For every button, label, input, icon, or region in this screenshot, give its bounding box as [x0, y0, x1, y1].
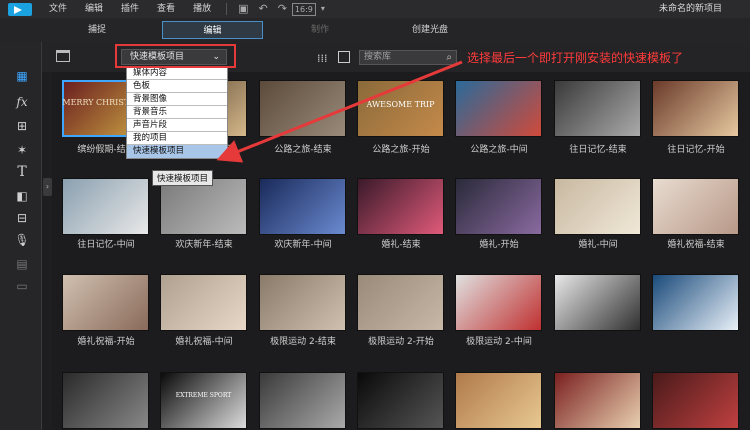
thumbnail-view-icon[interactable]: ⁞⁞⁞ [317, 52, 328, 65]
template-thumbnail[interactable] [652, 372, 739, 429]
media-room-icon[interactable]: ▦ [14, 68, 30, 84]
template-thumbnail[interactable] [455, 274, 542, 331]
template-thumbnail[interactable] [259, 372, 346, 429]
template-caption: 公路之旅-中间 [470, 145, 528, 155]
menu-play[interactable]: 播放 [184, 0, 220, 18]
template-thumbnail[interactable] [259, 274, 346, 331]
template-thumbnail[interactable] [455, 372, 542, 429]
dropdown-option[interactable]: 背景图像 [127, 93, 227, 106]
aspect-ratio-selector[interactable]: 16:9 [291, 2, 316, 16]
template-thumbnail[interactable] [554, 372, 641, 429]
project-title: 未命名的新项目 [658, 4, 722, 14]
title-room-icon[interactable]: T [14, 164, 30, 180]
menu-view[interactable]: 查看 [148, 0, 184, 18]
dropdown-option[interactable]: 色板 [127, 80, 227, 93]
template-caption: 婚礼-结束 [381, 240, 421, 250]
tab-capture[interactable]: 捕捉 [62, 21, 132, 39]
template-caption: 婚礼祝福-开始 [77, 337, 135, 347]
mode-tabs: 捕捉 编辑 制作 创建光盘 [0, 18, 750, 42]
template-thumbnail[interactable] [357, 178, 444, 235]
tooltip: 快速模板项目 [152, 170, 214, 186]
menu-plugins[interactable]: 插件 [112, 0, 148, 18]
fit-view-icon[interactable] [338, 51, 350, 63]
template-caption: 极限运动 2-结束 [270, 337, 336, 347]
template-thumbnail[interactable] [652, 80, 739, 137]
template-thumbnail[interactable] [455, 178, 542, 235]
template-caption: 往日记忆-开始 [667, 145, 725, 155]
dropdown-option[interactable]: 快速模板项目 [127, 145, 227, 158]
particle-room-icon[interactable]: ✶ [14, 142, 30, 158]
template-thumbnail[interactable] [62, 372, 149, 429]
audio-mixing-room-icon[interactable]: ⊟ [14, 210, 30, 226]
undo-icon[interactable]: ↶ [253, 0, 272, 18]
voice-over-room-icon[interactable]: 🎙 [14, 232, 30, 248]
template-caption: 婚礼-开始 [479, 240, 519, 250]
library-category-menu: 媒体内容 色板 背景图像 背景音乐 声音片段 我的项目 快速模板项目 [126, 66, 228, 159]
thumbnail-title-text: EXTREME SPORT [175, 392, 232, 399]
template-thumbnail[interactable] [554, 80, 641, 137]
template-thumbnail[interactable] [259, 178, 346, 235]
template-caption: 欢庆新年-中间 [274, 240, 332, 250]
template-caption: 极限运动 2-中间 [466, 337, 532, 347]
expand-panel-button[interactable]: › [43, 178, 52, 196]
template-thumbnail[interactable] [62, 274, 149, 331]
dropdown-option[interactable]: 声音片段 [127, 119, 227, 132]
template-thumbnail[interactable] [160, 372, 247, 429]
app-logo [0, 0, 40, 18]
template-thumbnail[interactable] [554, 274, 641, 331]
template-thumbnail[interactable] [652, 274, 739, 331]
tab-produce: 制作 [310, 25, 329, 35]
search-placeholder: 搜索库 [364, 52, 392, 62]
thumbnail-title-text: AWESOME TRIP [366, 100, 435, 109]
template-thumbnail[interactable] [62, 178, 149, 235]
template-caption: 公路之旅-开始 [372, 145, 430, 155]
subtitle-room-icon[interactable]: ▭ [14, 278, 30, 294]
dropdown-option[interactable]: 背景音乐 [127, 106, 227, 119]
search-input[interactable]: 搜索库 ⌕ [359, 50, 457, 65]
template-caption: 往日记忆-中间 [77, 240, 135, 250]
template-caption: 极限运动 2-开始 [368, 337, 434, 347]
save-icon[interactable]: ▣ [233, 0, 253, 18]
highlight-annotation-box [115, 44, 236, 68]
chapter-room-icon[interactable]: ▤ [14, 256, 30, 272]
redo-icon[interactable]: ↷ [273, 0, 292, 18]
template-thumbnail[interactable] [357, 372, 444, 429]
template-thumbnail[interactable] [652, 178, 739, 235]
template-caption: 往日记忆-结束 [569, 145, 627, 155]
tab-create-disc[interactable]: 创建光盘 [390, 21, 470, 39]
fx-room-icon[interactable]: fx [14, 94, 30, 110]
template-caption: 公路之旅-结束 [274, 145, 332, 155]
pip-room-icon[interactable]: ⊞ [14, 118, 30, 134]
annotation-text: 选择最后一个即打开刚安装的快速模板了 [467, 51, 684, 65]
template-thumbnail[interactable] [455, 80, 542, 137]
template-thumbnail[interactable] [259, 80, 346, 137]
template-thumbnail[interactable] [357, 274, 444, 331]
tab-edit[interactable]: 编辑 [162, 21, 263, 39]
template-caption: 婚礼祝福-中间 [175, 337, 233, 347]
template-thumbnail[interactable] [160, 178, 247, 235]
menu-file[interactable]: 文件 [40, 0, 76, 18]
template-caption: 婚礼祝福-结束 [667, 240, 725, 250]
menu-edit[interactable]: 编辑 [76, 0, 112, 18]
menu-divider [226, 3, 228, 15]
template-caption: 婚礼-中间 [578, 240, 618, 250]
import-media-icon[interactable] [56, 50, 70, 62]
chevron-down-icon[interactable]: ▾ [316, 0, 330, 18]
template-thumbnail[interactable] [554, 178, 641, 235]
template-caption: 欢庆新年-结束 [175, 240, 233, 250]
dropdown-option[interactable]: 我的项目 [127, 132, 227, 145]
menu-bar: 文件 编辑 插件 查看 播放 ▣ ↶ ↷ 16:9 ▾ 未命名的新项目 [0, 0, 750, 18]
template-thumbnail[interactable] [160, 274, 247, 331]
dropdown-option[interactable]: 媒体内容 [127, 67, 227, 80]
transition-room-icon[interactable]: ◧ [14, 188, 30, 204]
search-icon: ⌕ [446, 52, 452, 63]
room-sidebar: ▦ fx ⊞ ✶ T ◧ ⊟ 🎙 ▤ ▭ [0, 42, 42, 430]
